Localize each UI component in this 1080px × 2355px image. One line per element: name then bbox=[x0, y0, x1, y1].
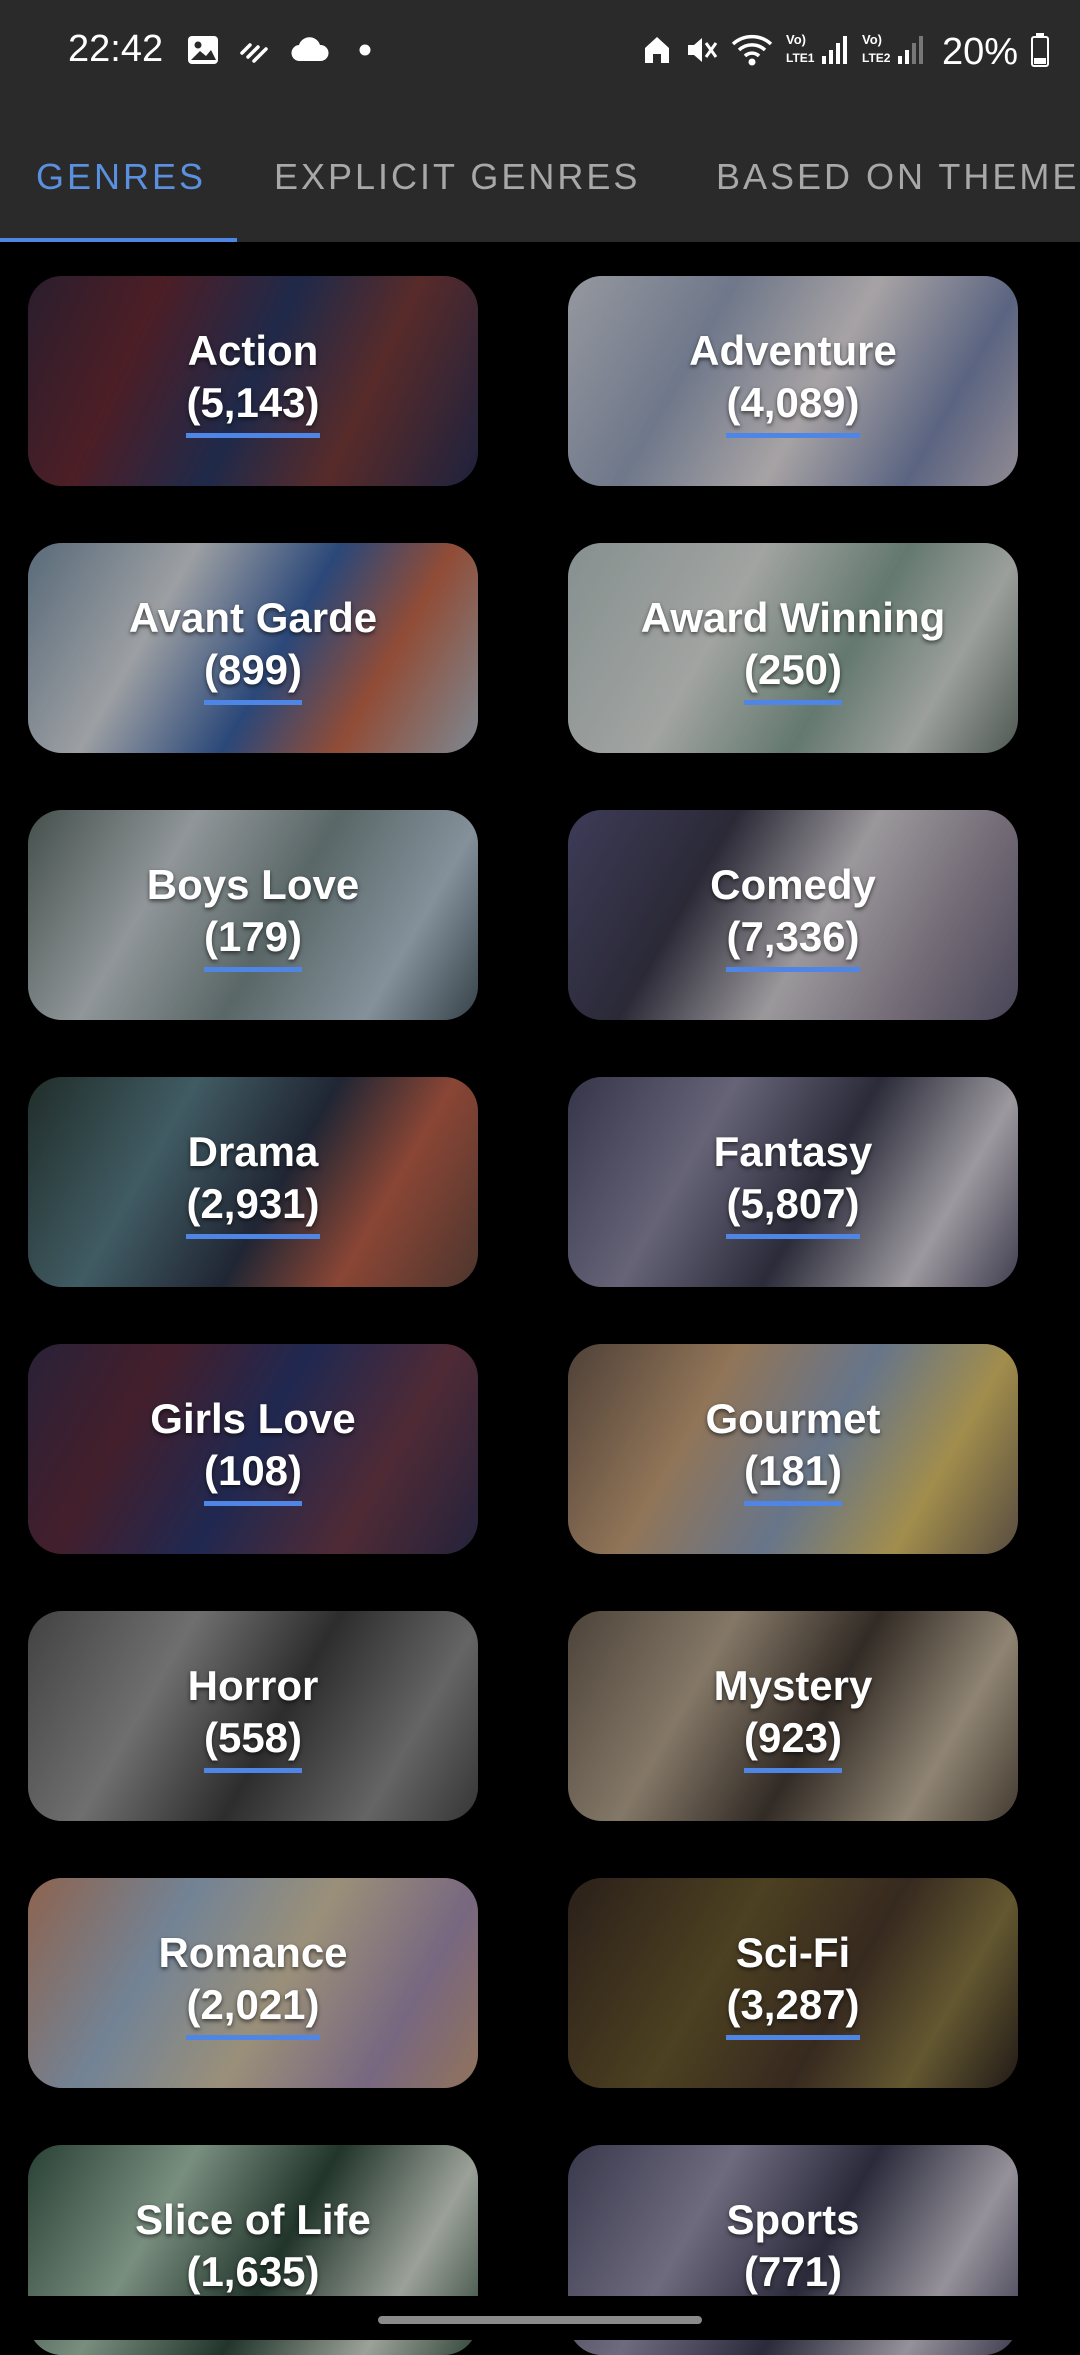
genre-card-award-winning[interactable]: Award Winning (250) bbox=[568, 543, 1018, 753]
genre-card-adventure[interactable]: Adventure (4,089) bbox=[568, 276, 1018, 486]
genre-card-sci-fi[interactable]: Sci-Fi (3,287) bbox=[568, 1878, 1018, 2088]
genre-card-drama[interactable]: Drama (2,931) bbox=[28, 1077, 478, 1287]
svg-text:LTE1: LTE1 bbox=[786, 51, 815, 65]
genre-count: (4,089) bbox=[726, 377, 860, 438]
dot-icon bbox=[358, 43, 372, 62]
genre-card-girls-love[interactable]: Girls Love (108) bbox=[28, 1344, 478, 1554]
signal-lte1-icon: Vo) LTE1 bbox=[786, 30, 850, 75]
genre-card-avant-garde[interactable]: Avant Garde (899) bbox=[28, 543, 478, 753]
genre-count: (3,287) bbox=[726, 1979, 860, 2040]
genre-name: Award Winning bbox=[640, 593, 946, 641]
wifi-icon bbox=[730, 32, 774, 73]
genre-card-mystery[interactable]: Mystery (923) bbox=[568, 1611, 1018, 1821]
genre-name: Girls Love bbox=[150, 1394, 356, 1442]
genre-card-action[interactable]: Action (5,143) bbox=[28, 276, 478, 486]
signal-lte2-icon: Vo) LTE2 bbox=[862, 30, 926, 75]
genre-count: (179) bbox=[203, 911, 303, 972]
genre-name: Sports bbox=[726, 2195, 860, 2243]
status-left-icons bbox=[186, 30, 372, 74]
tab-genres[interactable]: GENRES bbox=[36, 156, 206, 198]
genre-name: Fantasy bbox=[713, 1127, 873, 1175]
svg-text:LTE2: LTE2 bbox=[862, 51, 891, 65]
genre-grid: Action (5,143) Adventure (4,089) Avant Garde… bbox=[28, 276, 1052, 2355]
genre-card-gourmet[interactable]: Gourmet (181) bbox=[568, 1344, 1018, 1554]
mute-icon bbox=[684, 33, 718, 72]
genre-card-boys-love[interactable]: Boys Love (179) bbox=[28, 810, 478, 1020]
genre-name: Boys Love bbox=[146, 860, 360, 908]
home-icon bbox=[642, 34, 672, 71]
battery-icon bbox=[1030, 32, 1050, 73]
genre-name: Gourmet bbox=[705, 1394, 881, 1442]
genre-count: (108) bbox=[203, 1445, 303, 1506]
genre-count: (5,807) bbox=[726, 1178, 860, 1239]
tab-bar: GENRES EXPLICIT GENRES BASED ON THEME bbox=[0, 104, 1080, 242]
genre-name: Action bbox=[187, 326, 319, 374]
genre-count: (5,143) bbox=[186, 377, 320, 438]
status-bar: 22:42 Vo) LTE1 Vo) LTE2 20% bbox=[0, 0, 1080, 104]
genre-count: (2,931) bbox=[186, 1178, 320, 1239]
svg-text:Vo): Vo) bbox=[786, 32, 806, 47]
genre-card-romance[interactable]: Romance (2,021) bbox=[28, 1878, 478, 2088]
genre-name: Romance bbox=[158, 1928, 348, 1976]
svg-text:Vo): Vo) bbox=[862, 32, 882, 47]
genre-count: (558) bbox=[203, 1712, 303, 1773]
genre-name: Horror bbox=[187, 1661, 319, 1709]
genre-name: Adventure bbox=[689, 326, 897, 374]
genre-card-comedy[interactable]: Comedy (7,336) bbox=[568, 810, 1018, 1020]
genre-card-fantasy[interactable]: Fantasy (5,807) bbox=[568, 1077, 1018, 1287]
image-icon bbox=[186, 33, 220, 72]
home-indicator[interactable] bbox=[378, 2316, 702, 2324]
genre-count: (250) bbox=[743, 644, 843, 705]
genre-count: (899) bbox=[203, 644, 303, 705]
genre-name: Slice of Life bbox=[135, 2195, 371, 2243]
cloud-icon bbox=[290, 35, 330, 70]
active-tab-indicator bbox=[0, 238, 237, 242]
genre-name: Sci-Fi bbox=[735, 1928, 851, 1976]
genre-count: (181) bbox=[743, 1445, 843, 1506]
battery-percentage: 20% bbox=[941, 30, 1018, 73]
genre-name: Comedy bbox=[710, 860, 876, 908]
wifi-calling-icon bbox=[238, 35, 272, 70]
genre-card-horror[interactable]: Horror (558) bbox=[28, 1611, 478, 1821]
status-right-icons: Vo) LTE1 Vo) LTE2 20% bbox=[642, 26, 1050, 78]
status-time: 22:42 bbox=[68, 28, 164, 70]
genre-name: Drama bbox=[187, 1127, 319, 1175]
genre-count: (2,021) bbox=[186, 1979, 320, 2040]
tab-explicit-genres[interactable]: EXPLICIT GENRES bbox=[274, 156, 640, 198]
genre-name: Mystery bbox=[713, 1661, 873, 1709]
genre-name: Avant Garde bbox=[128, 593, 378, 641]
genre-count: (923) bbox=[743, 1712, 843, 1773]
tab-based-on-theme[interactable]: BASED ON THEME bbox=[716, 156, 1079, 198]
genre-count: (7,336) bbox=[726, 911, 860, 972]
